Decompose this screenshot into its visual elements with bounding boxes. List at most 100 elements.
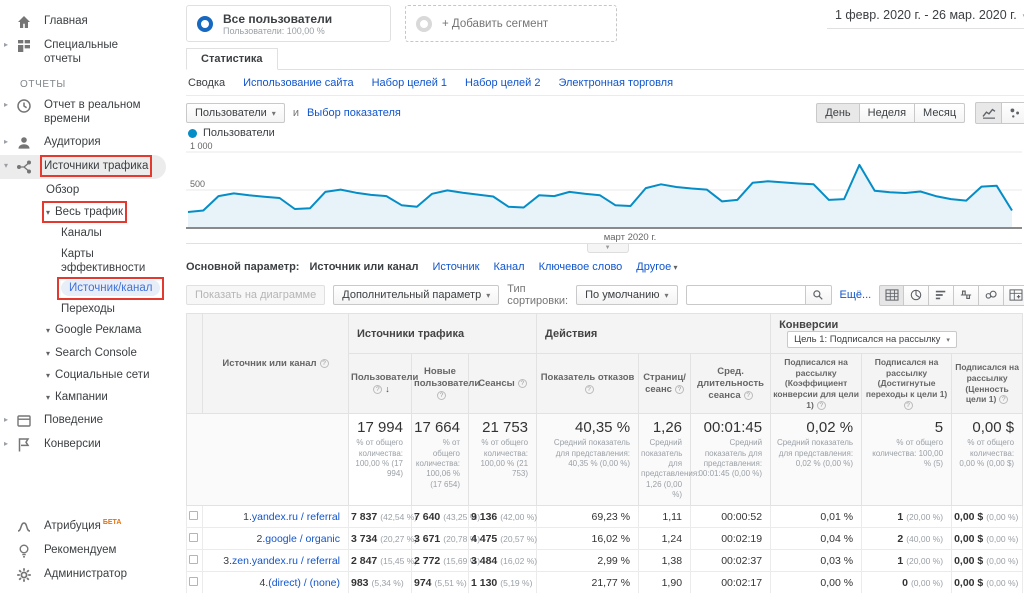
- help-icon[interactable]: ?: [999, 395, 1008, 404]
- sidebar-item-социальные-сети[interactable]: ▾Социальные сети: [0, 364, 180, 386]
- subnav-link[interactable]: Использование сайта: [243, 77, 353, 89]
- row-checkbox[interactable]: [189, 555, 198, 564]
- motion-chart-icon[interactable]: [1002, 102, 1024, 124]
- bounce-cell: 16,02 %: [537, 528, 639, 550]
- date-range-selector[interactable]: 1 февр. 2020 г. - 26 мар. 2020 г.▾: [827, 5, 1024, 29]
- sidebar-item-главная[interactable]: Главная: [0, 10, 180, 34]
- help-icon[interactable]: ?: [437, 391, 446, 400]
- column-header-new_users[interactable]: Новые пользователи?: [412, 354, 469, 414]
- source-link[interactable]: yandex.ru / referral: [252, 511, 340, 523]
- main-content: Все пользователи Пользователи: 100,00 % …: [180, 0, 1024, 593]
- dimension-option-ключевое-слово[interactable]: Ключевое слово: [539, 261, 623, 273]
- row-checkbox[interactable]: [189, 533, 198, 542]
- column-header-conv_rate[interactable]: Подписался на рассылку (Коэффициент конв…: [771, 354, 862, 414]
- help-icon[interactable]: ?: [744, 391, 753, 400]
- sidebar-item-обзор[interactable]: Обзор: [0, 179, 180, 201]
- term-cloud-view-icon[interactable]: [979, 285, 1004, 306]
- source-link[interactable]: google / organic: [265, 533, 340, 545]
- column-header-bounce[interactable]: Показатель отказов?: [537, 354, 639, 414]
- sidebar-item-кампании[interactable]: ▾Кампании: [0, 386, 180, 408]
- sidebar-item-администратор[interactable]: Администратор: [0, 563, 180, 587]
- advanced-filter-link[interactable]: Ещё...: [840, 289, 872, 301]
- segment-all-users[interactable]: Все пользователи Пользователи: 100,00 %: [186, 5, 391, 42]
- sidebar-item-источник-канал[interactable]: Источник/канал: [0, 278, 180, 298]
- subnav-link[interactable]: Набор целей 2: [465, 77, 540, 89]
- expander-right-icon[interactable]: ▸: [4, 98, 14, 110]
- help-icon[interactable]: ?: [518, 379, 527, 388]
- row-checkbox[interactable]: [189, 511, 198, 520]
- search-input[interactable]: [686, 285, 806, 305]
- metric-percent: (42,00 %): [500, 512, 537, 522]
- expander-down-icon[interactable]: ▾: [46, 326, 50, 335]
- column-header-duration[interactable]: Сред. длительность сеанса?: [691, 354, 771, 414]
- plot-rows-button[interactable]: Показать на диаграмме: [186, 285, 325, 305]
- expander-down-icon[interactable]: ▾: [46, 393, 50, 402]
- metric-value: 21,77 %: [592, 577, 631, 589]
- dimension-option-источник[interactable]: Источник: [432, 261, 479, 273]
- subnav-active-link[interactable]: Сводка: [188, 77, 225, 89]
- sidebar-item-google-реклама[interactable]: ▾Google Реклама: [0, 319, 180, 341]
- sidebar-item-карты-эффективности[interactable]: Карты эффективности: [0, 244, 180, 279]
- column-header-value[interactable]: Подписался на рассылку (Ценность цели 1)…: [952, 354, 1023, 414]
- subnav-link[interactable]: Электронная торговля: [558, 77, 673, 89]
- expander-down-icon[interactable]: ▾: [46, 349, 50, 358]
- column-header-sessions[interactable]: Сеансы?: [469, 354, 537, 414]
- line-chart-icon[interactable]: [975, 102, 1002, 124]
- help-icon[interactable]: ?: [320, 359, 329, 368]
- granularity-день-button[interactable]: День: [816, 103, 859, 123]
- sidebar-item-отчет-в-реальном-времени[interactable]: ▸Отчет в реальном времени: [0, 94, 180, 131]
- expander-right-icon[interactable]: ▸: [4, 135, 14, 147]
- sidebar-item-источники-трафика[interactable]: ▾Источники трафика: [0, 155, 166, 179]
- expander-right-icon[interactable]: ▸: [4, 437, 14, 449]
- sidebar-item-поведение[interactable]: ▸Поведение: [0, 409, 180, 433]
- column-header-pages[interactable]: Страниц/сеанс?: [639, 354, 691, 414]
- sidebar-item-каналы[interactable]: Каналы: [0, 223, 180, 243]
- sidebar-item-рекомендуем[interactable]: Рекомендуем: [0, 539, 180, 563]
- expander-right-icon[interactable]: ▸: [4, 413, 14, 425]
- expander-down-icon[interactable]: ▾: [46, 371, 50, 380]
- secondary-dimension-dropdown[interactable]: Дополнительный параметр▾: [333, 285, 499, 305]
- help-icon[interactable]: ?: [817, 401, 826, 410]
- add-segment-button[interactable]: + Добавить сегмент: [405, 5, 617, 42]
- help-icon[interactable]: ?: [373, 385, 382, 394]
- sidebar-item-специальные-отчеты[interactable]: ▸Специальные отчеты: [0, 34, 180, 71]
- help-icon[interactable]: ?: [904, 401, 913, 410]
- granularity-месяц-button[interactable]: Месяц: [915, 103, 965, 123]
- expander-down-icon[interactable]: ▾: [46, 208, 50, 217]
- tab-statistics[interactable]: Статистика: [186, 48, 278, 70]
- percentage-view-icon[interactable]: [904, 285, 929, 306]
- dimension-option-другое[interactable]: Другое ▾: [636, 261, 682, 273]
- help-icon[interactable]: ?: [585, 385, 594, 394]
- comparison-view-icon[interactable]: [954, 285, 979, 306]
- source-link[interactable]: (direct) / (none): [268, 577, 340, 589]
- sidebar-item-аудитория[interactable]: ▸Аудитория: [0, 131, 180, 155]
- expander-down-icon[interactable]: ▾: [4, 159, 14, 171]
- column-header-users[interactable]: Пользователи?↓: [349, 354, 412, 414]
- granularity-неделя-button[interactable]: Неделя: [860, 103, 915, 123]
- metric-dropdown[interactable]: Пользователи▾: [186, 103, 285, 123]
- sidebar-item-атрибуция[interactable]: АтрибуцияБЕТА: [0, 515, 180, 539]
- sidebar-item-переходы[interactable]: Переходы: [0, 299, 180, 319]
- performance-view-icon[interactable]: [929, 285, 954, 306]
- search-icon[interactable]: [806, 285, 832, 305]
- select-metric-link[interactable]: Выбор показателя: [307, 107, 401, 119]
- conv_rate-cell: 0,01 %: [771, 506, 862, 528]
- chart-collapse-handle[interactable]: ▼: [587, 244, 629, 253]
- sidebar-item-весь-трафик[interactable]: ▾Весь трафик: [0, 201, 180, 223]
- sort-type-dropdown[interactable]: По умолчанию▾: [576, 285, 677, 305]
- row-checkbox[interactable]: [189, 577, 198, 586]
- source-link[interactable]: zen.yandex.ru / referral: [232, 555, 340, 567]
- sidebar-item-конверсии[interactable]: ▸Конверсии: [0, 433, 180, 457]
- subnav-link[interactable]: Набор целей 1: [372, 77, 447, 89]
- pages-cell: 1,38: [639, 550, 691, 572]
- sidebar-item-search-console[interactable]: ▾Search Console: [0, 342, 180, 364]
- area-chart[interactable]: 1 000500март 2020 г.: [186, 140, 1022, 244]
- dimension-option-источник-или-канал[interactable]: Источник или канал: [309, 261, 418, 273]
- column-header-completions[interactable]: Подписался на рассылку (Достигнутые пере…: [862, 354, 952, 414]
- table-view-icon[interactable]: [879, 285, 904, 306]
- goal-selector-dropdown[interactable]: Цель 1: Подписался на рассылку▾: [787, 331, 957, 348]
- help-icon[interactable]: ?: [675, 385, 684, 394]
- expander-right-icon[interactable]: ▸: [4, 38, 14, 50]
- pivot-view-icon[interactable]: [1004, 285, 1024, 306]
- dimension-option-канал[interactable]: Канал: [493, 261, 524, 273]
